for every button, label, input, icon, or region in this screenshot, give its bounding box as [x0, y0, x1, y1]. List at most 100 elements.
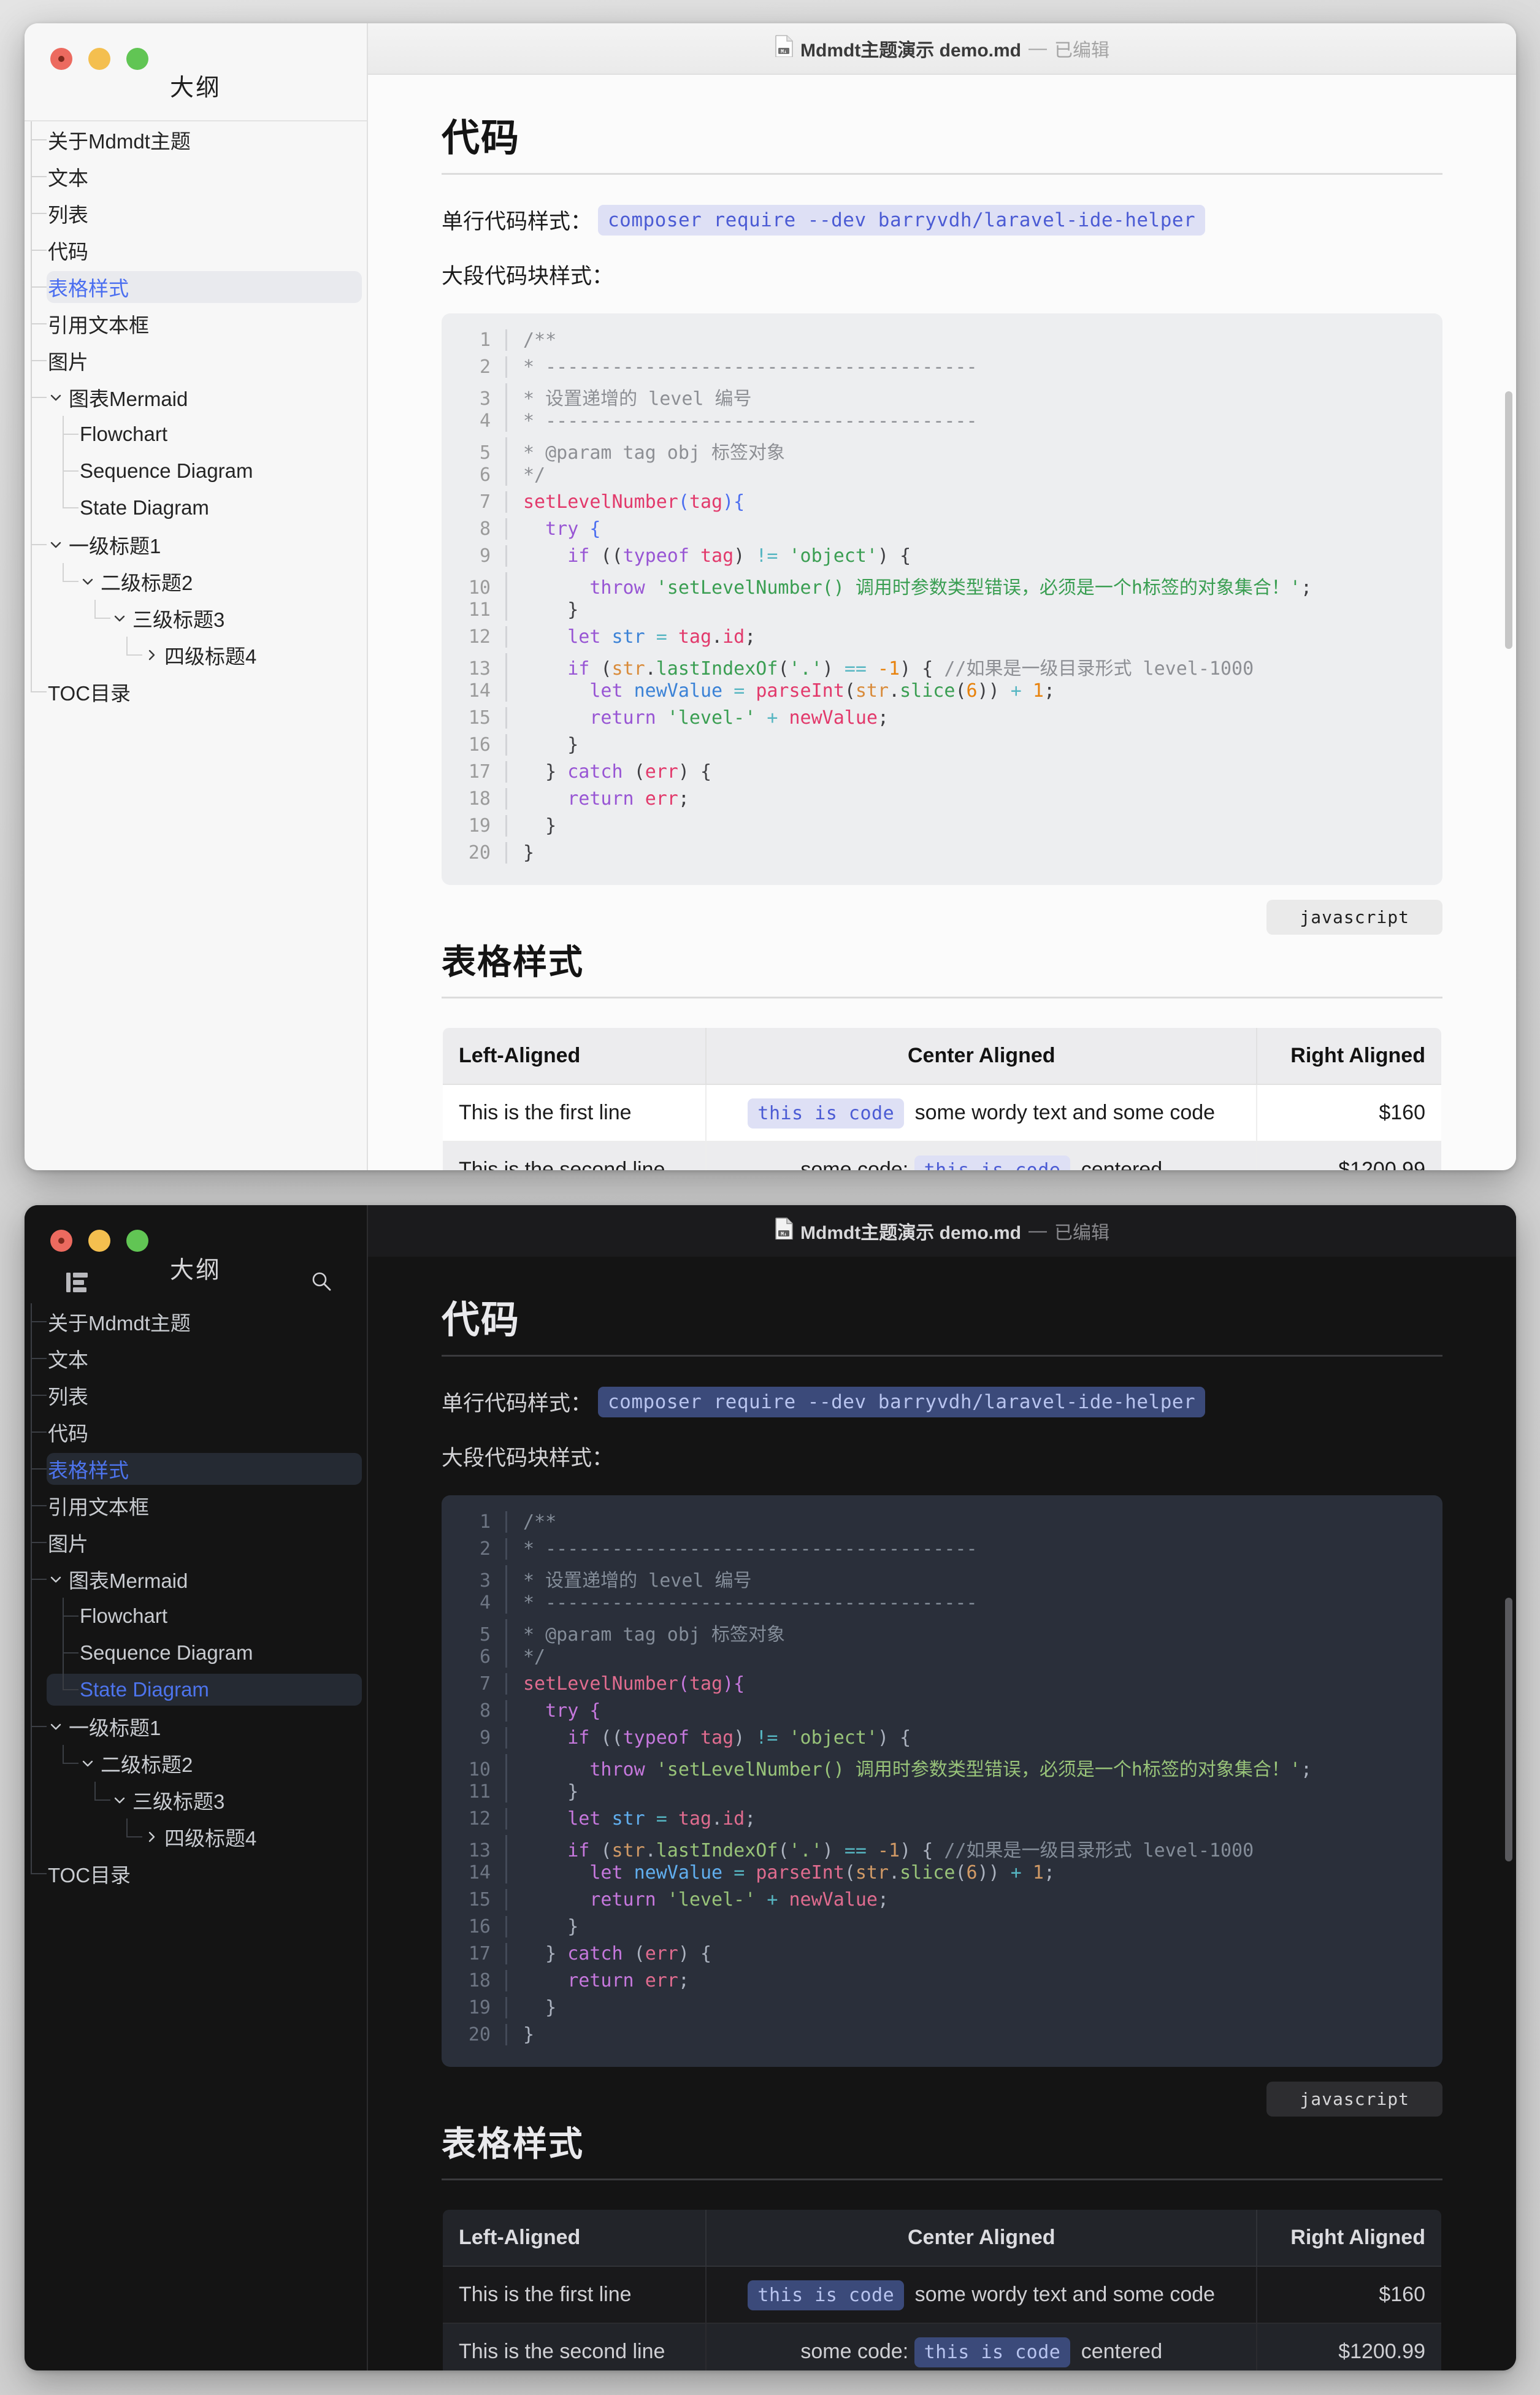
outline-item[interactable]: 关于Mdmdt主题: [25, 121, 367, 158]
tree-guide-connector: [31, 1431, 47, 1433]
code-line-content: throw 'setLevelNumber() 调用时参数类型错误，必须是一个h…: [505, 1754, 1312, 1781]
code-token: newValue: [789, 1889, 878, 1910]
outline-item[interactable]: 二级标题2: [25, 1745, 367, 1782]
code-token: ) {: [878, 1727, 911, 1749]
outline-item[interactable]: 图表Mermaid: [25, 1561, 367, 1598]
outline-item[interactable]: TOC目录: [25, 1855, 367, 1892]
outline-item[interactable]: 图片: [25, 342, 367, 379]
outline-item[interactable]: 列表: [25, 1377, 367, 1414]
outline-item[interactable]: 三级标题3: [25, 1782, 367, 1818]
outline-item[interactable]: 二级标题2: [25, 563, 367, 600]
table-cell-inline-code: this is code: [748, 2280, 905, 2310]
outline-item[interactable]: 列表: [25, 195, 367, 232]
outline-item[interactable]: 引用文本框: [25, 1487, 367, 1524]
outline-item[interactable]: 一级标题1: [25, 1708, 367, 1745]
chevron-down-icon[interactable]: [48, 537, 64, 553]
outline-item[interactable]: 图片: [25, 1524, 367, 1561]
markdown-body-light: 代码 单行代码样式： composer require --dev barryvd…: [368, 75, 1516, 1170]
zoom-button-icon[interactable]: [126, 1230, 148, 1252]
close-button-icon[interactable]: [50, 48, 72, 70]
outline-item[interactable]: Sequence Diagram: [25, 453, 367, 489]
vertical-scrollbar-dark[interactable]: [1505, 1598, 1512, 1861]
code-token: */: [523, 1646, 546, 1668]
outline-item[interactable]: Sequence Diagram: [25, 1634, 367, 1671]
outline-item-label: 二级标题2: [101, 1753, 193, 1776]
code-token: }: [523, 1943, 568, 1964]
code-line: 15 return 'level-' + newValue;: [442, 707, 1436, 734]
code-token: if: [567, 1840, 590, 1861]
outline-item[interactable]: Flowchart: [25, 416, 367, 453]
outline-item[interactable]: 代码: [25, 1414, 367, 1450]
code-line: 3 * 设置递增的 level 编号: [442, 1565, 1436, 1592]
outline-item[interactable]: 图表Mermaid: [25, 379, 367, 416]
code-token: /**: [523, 1511, 557, 1533]
code-token: err: [645, 761, 678, 783]
code-line: 15 return 'level-' + newValue;: [442, 1889, 1436, 1916]
svg-text:M↓: M↓: [781, 49, 787, 55]
search-icon[interactable]: [310, 1270, 332, 1295]
outline-tree-icon[interactable]: [65, 1270, 90, 1298]
chevron-down-icon[interactable]: [112, 1792, 128, 1808]
vertical-scrollbar-light[interactable]: [1505, 391, 1512, 649]
heading-table-style-light: 表格样式: [442, 935, 1442, 998]
code-line-content: return err;: [505, 1970, 689, 1991]
tree-guide-connector: [63, 1615, 79, 1617]
outline-item[interactable]: 一级标题1: [25, 526, 367, 563]
outline-item[interactable]: 代码: [25, 232, 367, 269]
code-line-content: let newValue = parseInt(str.slice(6)) + …: [505, 680, 1055, 702]
outline-item[interactable]: Flowchart: [25, 1598, 367, 1634]
outline-item-label: 文本: [48, 167, 88, 190]
zoom-button-icon[interactable]: [126, 48, 148, 70]
tree-guide-connector: [31, 360, 47, 361]
chevron-down-icon[interactable]: [48, 389, 64, 405]
table-cell-text: centered: [1075, 2340, 1163, 2363]
tree-guide-connector: [31, 397, 47, 398]
code-line-content: }: [505, 1997, 556, 2018]
outline-item[interactable]: 表格样式: [25, 1450, 367, 1487]
outline-item[interactable]: 四级标题4: [25, 637, 367, 673]
code-token: 6: [966, 680, 978, 702]
chevron-right-icon[interactable]: [144, 1829, 159, 1845]
code-line: 3 * 设置递增的 level 编号: [442, 383, 1436, 410]
code-token: newValue: [634, 680, 723, 702]
outline-item[interactable]: State Diagram: [25, 489, 367, 526]
traffic-lights-light[interactable]: [50, 48, 148, 70]
outline-item[interactable]: 文本: [25, 1340, 367, 1377]
chevron-down-icon[interactable]: [112, 610, 128, 626]
outline-item[interactable]: TOC目录: [25, 673, 367, 710]
chevron-down-icon[interactable]: [48, 1571, 64, 1587]
outline-item[interactable]: 三级标题3: [25, 600, 367, 637]
code-token: .: [889, 1862, 900, 1883]
chevron-down-icon[interactable]: [48, 1719, 64, 1734]
outline-item[interactable]: 关于Mdmdt主题: [25, 1303, 367, 1340]
code-line-number: 7: [479, 491, 491, 513]
chevron-down-icon[interactable]: [80, 1755, 96, 1771]
code-line: 19 }: [442, 1997, 1436, 2024]
table-cell-center: this is code some wordy text and some co…: [705, 2266, 1258, 2324]
outline-item[interactable]: 引用文本框: [25, 305, 367, 342]
outline-tree-light[interactable]: 关于Mdmdt主题文本列表 代码 表格样式 引用文本框 图片 图表Mermaid Flowc…: [25, 121, 367, 1170]
code-token: (: [623, 1943, 645, 1964]
code-line: 11 }: [442, 1781, 1436, 1808]
close-button-icon[interactable]: [50, 1230, 72, 1252]
outline-item[interactable]: 表格样式: [25, 269, 367, 305]
code-token: err: [645, 788, 678, 810]
outline-item[interactable]: 四级标题4: [25, 1818, 367, 1855]
minimize-button-icon[interactable]: [88, 1230, 110, 1252]
traffic-lights-dark[interactable]: [50, 1230, 148, 1252]
outline-item[interactable]: State Diagram: [25, 1671, 367, 1708]
outline-item[interactable]: 文本: [25, 158, 367, 195]
chevron-down-icon[interactable]: [80, 573, 96, 589]
outline-item-label: 三级标题3: [132, 1790, 225, 1813]
chevron-right-icon[interactable]: [144, 647, 159, 663]
code-token: ): [822, 658, 845, 680]
tree-guide-connector: [126, 654, 142, 656]
code-line: 12 let str = tag.id;: [442, 1808, 1436, 1835]
language-badge-light: javascript: [1266, 900, 1442, 935]
minimize-button-icon[interactable]: [88, 48, 110, 70]
outline-tree-dark[interactable]: 关于Mdmdt主题 文本 列表 代码 表格样式 引用文本框 图片 图表Mermaid Flowc…: [25, 1303, 367, 2370]
